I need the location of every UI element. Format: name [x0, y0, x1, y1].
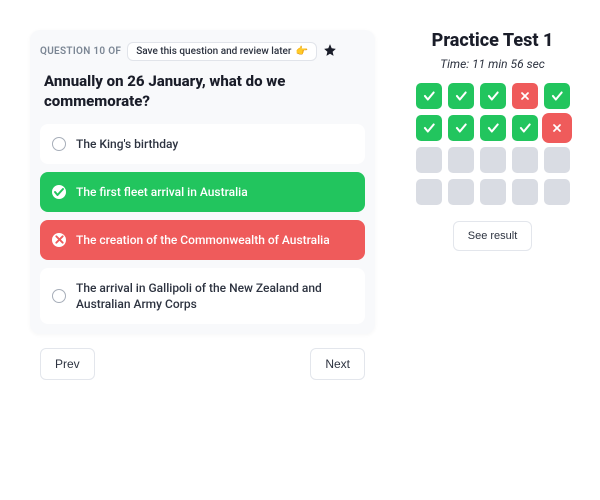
- answer-option[interactable]: The arrival in Gallipoli of the New Zeal…: [40, 268, 365, 324]
- save-question-pill[interactable]: Save this question and review later 👉: [127, 42, 317, 61]
- progress-cell[interactable]: [448, 179, 474, 205]
- progress-cell[interactable]: [544, 179, 570, 205]
- progress-cell[interactable]: [480, 83, 506, 109]
- prev-button[interactable]: Prev: [40, 348, 95, 380]
- question-card: QUESTION 10 OF Save this question and re…: [30, 30, 375, 334]
- nav-row: Prev Next: [30, 348, 375, 380]
- progress-cell[interactable]: [512, 83, 538, 109]
- progress-grid: [416, 83, 570, 205]
- option-label: The creation of the Commonwealth of Aust…: [76, 232, 330, 248]
- progress-cell[interactable]: [512, 115, 538, 141]
- progress-cell[interactable]: [448, 115, 474, 141]
- progress-cell[interactable]: [544, 147, 570, 173]
- option-label: The King's birthday: [76, 136, 178, 152]
- progress-cell[interactable]: [416, 179, 442, 205]
- save-question-label: Save this question and review later: [136, 46, 291, 57]
- progress-cell[interactable]: [416, 115, 442, 141]
- option-label: The arrival in Gallipoli of the New Zeal…: [76, 280, 353, 312]
- answer-option[interactable]: The creation of the Commonwealth of Aust…: [40, 220, 365, 260]
- question-panel: QUESTION 10 OF Save this question and re…: [30, 30, 375, 480]
- option-label: The first fleet arrival in Australia: [76, 184, 248, 200]
- time-label: Time: 11 min 56 sec: [440, 57, 545, 71]
- progress-cell[interactable]: [416, 83, 442, 109]
- question-header: QUESTION 10 OF Save this question and re…: [40, 42, 365, 61]
- progress-cell[interactable]: [480, 147, 506, 173]
- progress-cell[interactable]: [512, 179, 538, 205]
- options-list: The King's birthday The first fleet arriv…: [40, 124, 365, 325]
- progress-cell[interactable]: [448, 83, 474, 109]
- question-indicator: QUESTION 10 OF: [40, 46, 121, 57]
- star-icon[interactable]: [323, 42, 337, 61]
- progress-cell[interactable]: [448, 147, 474, 173]
- progress-cell[interactable]: [480, 179, 506, 205]
- question-text: Annually on 26 January, what do we comme…: [40, 71, 365, 112]
- see-result-button[interactable]: See result: [453, 221, 533, 251]
- progress-cell[interactable]: [480, 115, 506, 141]
- progress-cell[interactable]: [416, 147, 442, 173]
- check-icon: [52, 185, 66, 199]
- pointing-hand-icon: 👉: [295, 46, 307, 57]
- answer-option[interactable]: The King's birthday: [40, 124, 365, 164]
- practice-title: Practice Test 1: [432, 30, 554, 51]
- progress-cell[interactable]: [512, 147, 538, 173]
- progress-cell[interactable]: [544, 83, 570, 109]
- answer-option[interactable]: The first fleet arrival in Australia: [40, 172, 365, 212]
- next-button[interactable]: Next: [310, 348, 365, 380]
- progress-panel: Practice Test 1 Time: 11 min 56 sec See …: [405, 30, 580, 480]
- progress-cell[interactable]: [544, 115, 570, 141]
- x-icon: [52, 233, 66, 247]
- radio-icon: [52, 289, 66, 303]
- radio-icon: [52, 137, 66, 151]
